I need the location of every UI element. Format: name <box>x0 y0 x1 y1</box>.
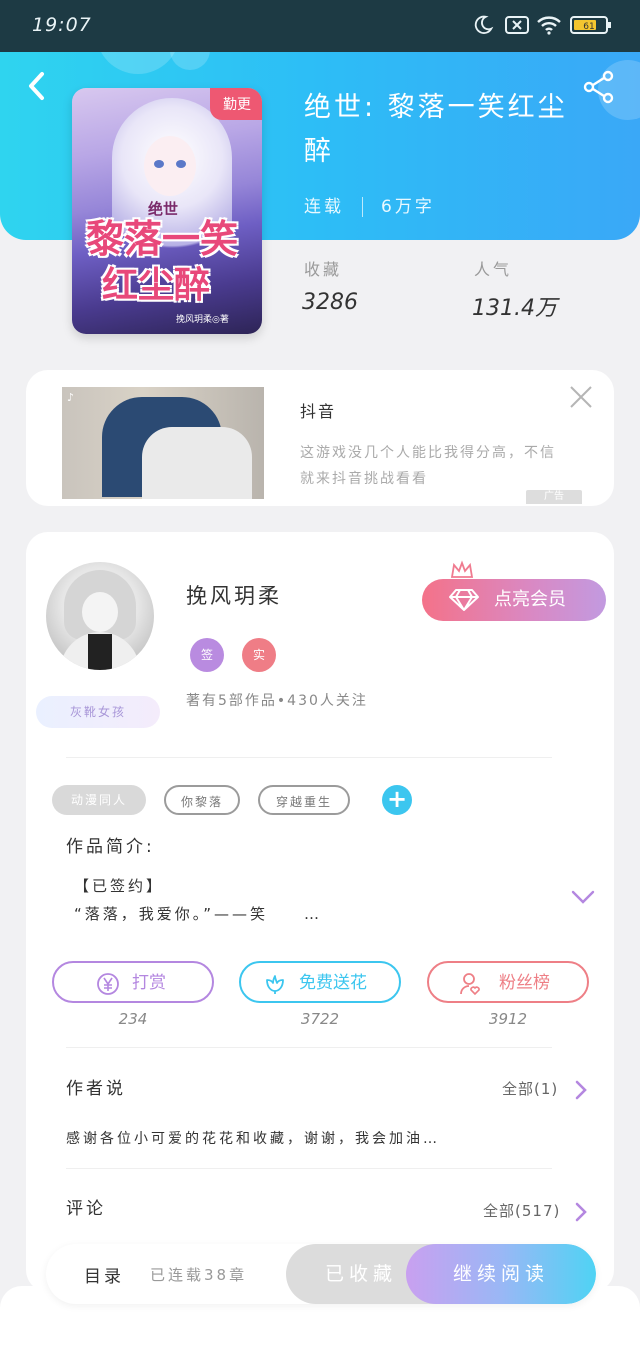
continue-reading-button[interactable]: 继续阅读 <box>406 1244 596 1304</box>
fan-ranking-button[interactable]: 粉丝榜 <box>427 961 589 1003</box>
author-say-all-link[interactable]: 全部(1) <box>502 1078 558 1099</box>
avatar-shirt <box>88 634 112 670</box>
status-bar: 19:07 61 <box>0 0 640 52</box>
status-time: 19:07 <box>32 14 92 36</box>
cover-author: 挽风玥柔◎著 <box>176 315 229 325</box>
tag-chip[interactable]: 动漫同人 <box>52 785 146 815</box>
comments-heading: 评论 <box>66 1199 106 1219</box>
book-status: 连载 <box>304 197 344 217</box>
author-info: 著有5部作品•430人关注 <box>186 693 368 709</box>
comments-all-link[interactable]: 全部(517) <box>483 1200 560 1221</box>
collect-label: 收藏 <box>304 260 343 279</box>
popularity-label: 人气 <box>474 260 513 279</box>
tag-chip[interactable]: 你黎落 <box>164 785 240 815</box>
fan-count: 3912 <box>488 1010 528 1028</box>
ad-description: 这游戏没几个人能比我得分高，不信就来抖音挑战看看 <box>300 445 556 487</box>
moon-icon <box>474 15 494 34</box>
fan-ranking-label: 粉丝榜 <box>499 973 550 993</box>
cover-art-eye <box>176 160 186 168</box>
flower-count: 3722 <box>300 1010 340 1028</box>
intro-text[interactable]: 【已签约】 “落落，我爱你。”——笑 … <box>74 872 554 928</box>
crown-icon <box>450 560 474 578</box>
bottom-action-bar: 目录 已连载38章 已收藏 继续阅读 <box>46 1244 596 1304</box>
chevron-down-icon[interactable] <box>570 888 596 906</box>
sim-off-icon <box>505 16 529 34</box>
intro-line: “落落，我爱你。”——笑 … <box>74 905 323 923</box>
diamond-icon <box>449 589 479 611</box>
author-avatar[interactable] <box>46 562 154 670</box>
ad-label: 广告 <box>526 490 582 504</box>
cover-art-eye <box>154 160 164 168</box>
popularity-value: 131.4万 <box>472 296 557 321</box>
ad-thumbnail[interactable]: ♪ <box>62 387 264 499</box>
book-meta: 连载 6万字 <box>304 192 435 217</box>
back-icon[interactable] <box>22 70 54 102</box>
cover-title-line2: 红尘醉 <box>102 264 211 306</box>
intro-heading: 作品简介: <box>66 837 155 857</box>
update-badge: 勤更 <box>210 88 262 120</box>
vip-button[interactable]: 点亮会员 <box>422 579 606 621</box>
add-tag-button[interactable]: + <box>382 785 412 815</box>
send-flower-button[interactable]: 免费送花 <box>239 961 401 1003</box>
close-icon[interactable] <box>568 384 594 410</box>
ad-name: 抖音 <box>300 402 337 421</box>
yuan-icon <box>97 973 119 995</box>
chevron-right-icon[interactable] <box>574 1201 588 1223</box>
tip-button[interactable]: 打赏 <box>52 961 214 1003</box>
author-say-heading: 作者说 <box>66 1079 126 1099</box>
avatar-face <box>82 592 118 632</box>
cover-art-face <box>144 136 196 196</box>
tag-chip[interactable]: 穿越重生 <box>258 785 350 815</box>
intro-line: 【已签约】 <box>74 877 165 895</box>
chevron-right-icon[interactable] <box>574 1079 588 1101</box>
wifi-icon <box>537 16 561 35</box>
svg-text:61: 61 <box>583 22 594 32</box>
verified-badge: 实 <box>242 638 276 672</box>
user-heart-icon <box>460 973 480 996</box>
vip-button-label: 点亮会员 <box>494 589 566 610</box>
divider <box>66 1168 552 1169</box>
send-flower-label: 免费送花 <box>299 973 367 993</box>
tiktok-icon: ♪ <box>67 391 75 404</box>
ad-thumb-figure-lower <box>142 427 252 499</box>
author-name[interactable]: 挽风玥柔 <box>186 580 282 610</box>
collect-value: 3286 <box>302 290 358 315</box>
book-words: 6万字 <box>381 197 435 217</box>
flower-icon <box>266 975 284 994</box>
tip-count: 234 <box>118 1010 148 1028</box>
divider <box>66 757 552 758</box>
book-title: 绝世: 黎落一笑红尘醉 <box>304 92 568 167</box>
battery-icon: 61 <box>570 16 611 34</box>
author-say-text[interactable]: 感谢各位小可爱的花花和收藏，谢谢，我会加油… <box>66 1128 440 1148</box>
cover-title-line1: 黎落一笑 <box>86 216 239 261</box>
toc-button[interactable]: 目录 <box>84 1262 124 1287</box>
divider <box>66 1047 552 1048</box>
chapter-count: 已连载38章 <box>150 1266 248 1284</box>
meta-divider <box>362 197 363 217</box>
author-title-tag: 灰靴女孩 <box>36 696 160 728</box>
signed-badge: 签 <box>190 638 224 672</box>
book-cover[interactable]: 绝世 黎落一笑 红尘醉 挽风玥柔◎著 勤更 <box>72 88 262 334</box>
tip-button-label: 打赏 <box>132 973 166 993</box>
